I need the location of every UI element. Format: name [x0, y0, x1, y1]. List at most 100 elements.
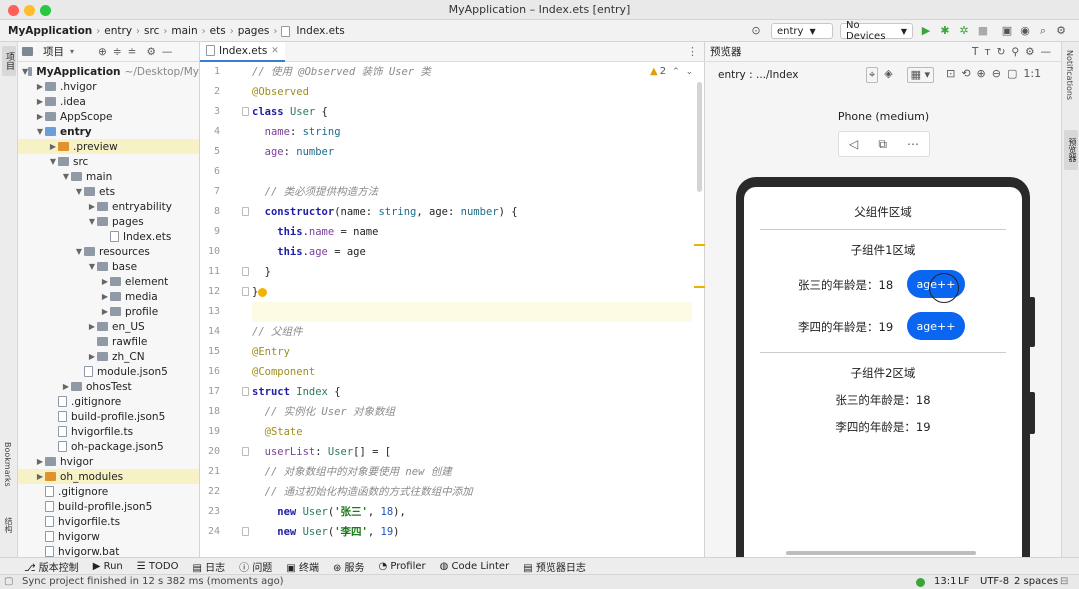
code-line[interactable]: @Observed: [252, 82, 692, 102]
tree-item[interactable]: ▶ .preview: [18, 139, 199, 154]
chevron-right-icon[interactable]: ▶: [61, 382, 71, 391]
zoom-out-icon[interactable]: ⊖: [992, 67, 1001, 83]
warning-stripe[interactable]: [694, 244, 705, 246]
module-select[interactable]: entry ▼: [771, 23, 833, 39]
tree-item[interactable]: ▼ resources: [18, 244, 199, 259]
fold-marker-icon[interactable]: [242, 527, 249, 536]
tool-tab-todo[interactable]: ☰ TODO: [137, 561, 179, 572]
status-toggle-icon[interactable]: ▢: [4, 576, 13, 587]
tool-tab-profiler[interactable]: ◔ Profiler: [379, 561, 426, 572]
breadcrumb-item[interactable]: MyApplication: [8, 25, 92, 37]
chevron-down-icon[interactable]: ▼: [35, 127, 45, 136]
gear-icon[interactable]: ⚙: [146, 46, 155, 58]
tool-tab-version-control[interactable]: ⎇ 版本控制: [24, 559, 79, 574]
device-select[interactable]: No Devices ▼: [840, 20, 913, 42]
font-size-icon[interactable]: Tт: [972, 46, 997, 58]
code-line[interactable]: this.age = age: [252, 242, 692, 262]
user-icon[interactable]: ◉: [1018, 24, 1032, 38]
fold-marker-icon[interactable]: [242, 387, 249, 396]
tree-item[interactable]: module.json5: [18, 364, 199, 379]
chevron-right-icon[interactable]: ▶: [100, 277, 110, 286]
breadcrumb-item[interactable]: pages: [238, 25, 270, 37]
tool-tab-problems[interactable]: ⓘ 问题: [239, 559, 272, 574]
code-line[interactable]: }: [252, 282, 692, 302]
tree-item[interactable]: .gitignore: [18, 394, 199, 409]
code-line[interactable]: [252, 302, 692, 322]
cursor-position[interactable]: 13:1: [934, 576, 956, 587]
rotate-icon[interactable]: ⟲: [961, 67, 970, 83]
chevron-right-icon[interactable]: ▶: [87, 352, 97, 361]
tree-item[interactable]: build-profile.json5: [18, 499, 199, 514]
code-line[interactable]: new User('张三', 18),: [252, 502, 692, 522]
age-increment-button[interactable]: age++: [907, 312, 965, 340]
zoom-in-icon[interactable]: ⊕: [977, 67, 986, 83]
chevron-down-icon[interactable]: ▼: [87, 217, 97, 226]
tree-item[interactable]: ▶ hvigor: [18, 454, 199, 469]
tree-item[interactable]: ▶ entryability: [18, 199, 199, 214]
layers-icon[interactable]: ◈: [884, 67, 892, 83]
code-line[interactable]: // 通过初始化构造函数的方式往数组中添加: [252, 482, 692, 502]
tree-item[interactable]: ▼ entry: [18, 124, 199, 139]
breadcrumb-item[interactable]: Index.ets: [296, 25, 344, 37]
code-line[interactable]: [252, 162, 692, 182]
tree-item[interactable]: ▶ element: [18, 274, 199, 289]
code-line[interactable]: @State: [252, 422, 692, 442]
tree-item[interactable]: ▼ main: [18, 169, 199, 184]
tool-tab-run[interactable]: ▶ Run: [93, 561, 123, 572]
chevron-down-icon[interactable]: ▼: [87, 262, 97, 271]
bookmarks-tool-button[interactable]: Bookmarks: [3, 442, 12, 487]
gear-icon[interactable]: ⚙: [1054, 24, 1068, 38]
tree-item[interactable]: hvigorfile.ts: [18, 424, 199, 439]
expand-all-icon[interactable]: ≑: [113, 46, 122, 58]
tool-tab-services[interactable]: ⊛ 服务: [333, 559, 365, 574]
tree-item[interactable]: ▼ MyApplication ~/Desktop/My: [18, 64, 199, 79]
chevron-right-icon[interactable]: ▶: [35, 457, 45, 466]
notifications-tool-button[interactable]: Notifications: [1065, 50, 1074, 100]
tree-item[interactable]: hvigorw.bat: [18, 544, 199, 557]
structure-tool-button[interactable]: 结构: [3, 517, 14, 533]
tree-item[interactable]: ▶ profile: [18, 304, 199, 319]
tool-tab-previewer-log[interactable]: ▤ 预览器日志: [523, 559, 586, 574]
inspector-icon[interactable]: ⌖: [866, 67, 879, 83]
chevron-right-icon[interactable]: ▶: [87, 202, 97, 211]
fold-marker-icon[interactable]: [242, 267, 249, 276]
chevron-down-icon[interactable]: ▾: [70, 47, 74, 56]
tree-item[interactable]: build-profile.json5: [18, 409, 199, 424]
device-manager-icon[interactable]: ▣: [1000, 24, 1014, 38]
chevron-right-icon[interactable]: ▶: [35, 112, 45, 121]
stop-icon[interactable]: ■: [976, 24, 990, 38]
more-options-icon[interactable]: ⋮: [687, 45, 704, 58]
chevron-right-icon[interactable]: ▶: [35, 97, 45, 106]
run-icon[interactable]: ▶: [919, 24, 933, 38]
locate-icon[interactable]: ⊕: [98, 46, 107, 58]
tree-item[interactable]: ▼ ets: [18, 184, 199, 199]
back-icon[interactable]: ◁: [849, 137, 858, 151]
tree-item[interactable]: ▼ src: [18, 154, 199, 169]
code-line[interactable]: // 对象数组中的对象要使用 new 创建: [252, 462, 692, 482]
chevron-down-icon[interactable]: ▼: [74, 247, 84, 256]
tree-item[interactable]: Index.ets: [18, 229, 199, 244]
tree-item[interactable]: oh-package.json5: [18, 439, 199, 454]
fold-marker-icon[interactable]: [242, 207, 249, 216]
chevron-right-icon[interactable]: ▶: [35, 472, 45, 481]
code-line[interactable]: this.name = name: [252, 222, 692, 242]
tree-item[interactable]: ▶ zh_CN: [18, 349, 199, 364]
tree-item[interactable]: ▶ ohosTest: [18, 379, 199, 394]
chevron-down-icon[interactable]: ▼: [74, 187, 84, 196]
code-line[interactable]: userList: User[] = [: [252, 442, 692, 462]
file-encoding[interactable]: UTF-8: [980, 576, 1009, 587]
lock-icon[interactable]: ⊟: [1060, 576, 1068, 587]
code-line[interactable]: name: string: [252, 122, 692, 142]
line-separator[interactable]: LF: [958, 576, 969, 587]
code-line[interactable]: struct Index {: [252, 382, 692, 402]
fold-marker-icon[interactable]: [242, 107, 249, 116]
previewer-tool-button[interactable]: 预览器: [1064, 130, 1078, 170]
tree-item[interactable]: ▶ oh_modules: [18, 469, 199, 484]
chevron-right-icon[interactable]: ▶: [48, 142, 58, 151]
code-area[interactable]: // 使用 @Observed 装饰 User 类 @Observed class …: [252, 62, 692, 557]
chevron-right-icon[interactable]: ▶: [87, 322, 97, 331]
tab-index-ets[interactable]: Index.ets ✕: [200, 41, 285, 62]
tree-item[interactable]: rawfile: [18, 334, 199, 349]
crop-icon[interactable]: ⊡: [946, 67, 955, 83]
fit-screen-icon[interactable]: ▢: [1007, 67, 1017, 83]
